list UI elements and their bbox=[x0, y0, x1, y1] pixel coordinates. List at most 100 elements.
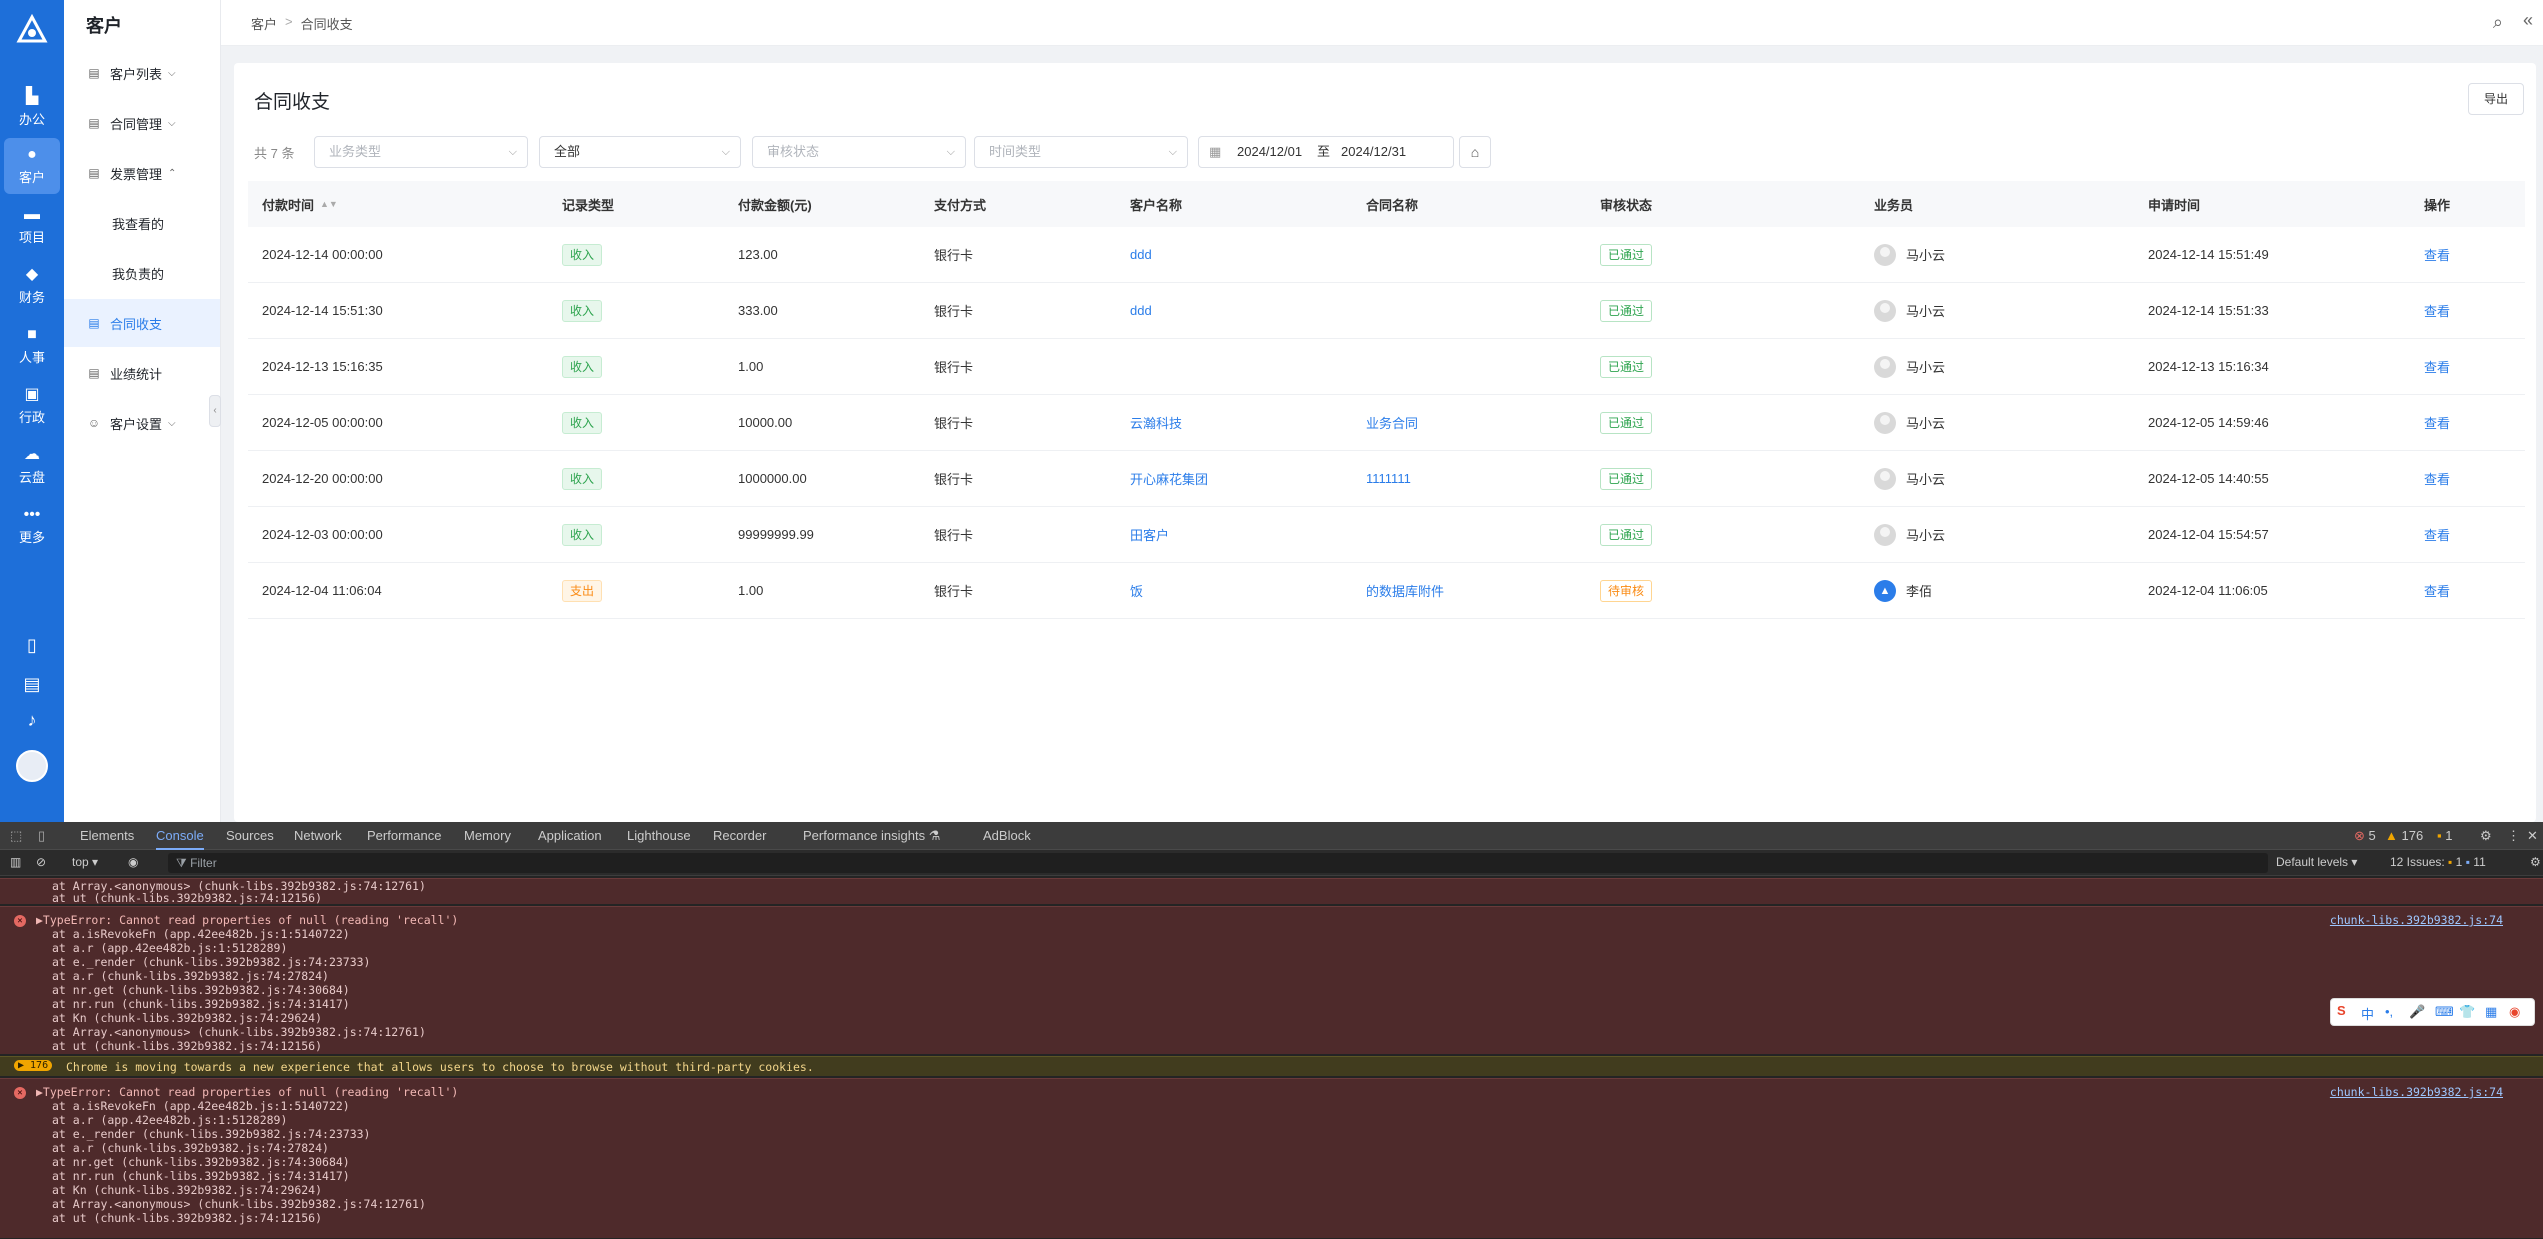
rail-item-cloud[interactable]: ☁ 云盘 bbox=[0, 438, 64, 494]
record-type-select[interactable]: 全部 ⌵ bbox=[539, 136, 741, 168]
menu-label: 合同收支 bbox=[110, 316, 163, 332]
contract-link[interactable]: 1111111 bbox=[1366, 471, 1411, 486]
view-link[interactable]: 查看 bbox=[2424, 581, 2450, 600]
view-link[interactable]: 查看 bbox=[2424, 525, 2450, 544]
inspect-icon[interactable]: ⬚ bbox=[10, 822, 22, 850]
close-icon[interactable]: ✕ bbox=[2527, 822, 2538, 850]
date-range-picker[interactable]: ▦ 2024/12/01 至 2024/12/31 bbox=[1198, 136, 1454, 168]
date-end[interactable]: 2024/12/31 bbox=[1341, 137, 1406, 167]
error-source-link[interactable]: chunk-libs.392b9382.js:74 bbox=[2330, 913, 2503, 927]
menu-customer-list[interactable]: ▤ 客户列表 ⌵ bbox=[64, 49, 220, 97]
log-levels-select[interactable]: Default levels ▾ bbox=[2276, 855, 2357, 869]
device-toggle-icon[interactable]: ▯ bbox=[38, 822, 45, 850]
avatar bbox=[1874, 523, 1896, 546]
rail-item-customer[interactable]: ● 客户 bbox=[4, 138, 60, 194]
tab-memory[interactable]: Memory bbox=[464, 822, 511, 850]
status-cell: 已通过 bbox=[1600, 339, 1653, 394]
context-select[interactable]: top ▾ bbox=[72, 855, 98, 869]
tab-performance-insights[interactable]: Performance insights ⚗ bbox=[803, 822, 940, 850]
rail-item-more[interactable]: ••• 更多 bbox=[0, 498, 64, 554]
tab-elements[interactable]: Elements bbox=[80, 822, 134, 850]
view-link[interactable]: 查看 bbox=[2424, 469, 2450, 488]
skin-icon[interactable]: 👕 bbox=[2459, 1004, 2475, 1020]
error-source-link[interactable]: chunk-libs.392b9382.js:74 bbox=[2330, 1085, 2503, 1099]
business-type-select[interactable]: 业务类型 ⌵ bbox=[314, 136, 528, 168]
module-sidebar: 客户 ▤ 客户列表 ⌵ ▤ 合同管理 ⌵ ▤ 发票管理 ⌃ 我查看的 我负责的 ▤ 合同收支 … bbox=[64, 0, 221, 822]
avatar-icon[interactable]: ◉ bbox=[2509, 1004, 2520, 1020]
tab-console[interactable]: Console bbox=[156, 822, 204, 850]
settings-icon[interactable]: ⚙ bbox=[2480, 822, 2492, 850]
rail-item-admin[interactable]: ▣ 行政 bbox=[0, 378, 64, 434]
customer-link[interactable]: ddd bbox=[1130, 303, 1152, 318]
console-error-message[interactable]: ✕ ▶TypeError: Cannot read properties of … bbox=[0, 906, 2543, 1054]
console-warning-message[interactable]: ▶ 176 Chrome is moving towards a new exp… bbox=[0, 1056, 2543, 1076]
customer-link[interactable]: ddd bbox=[1130, 247, 1152, 262]
book-icon[interactable]: ▤ bbox=[20, 672, 44, 696]
error-title[interactable]: ▶TypeError: Cannot read properties of nu… bbox=[36, 913, 458, 927]
user-avatar[interactable] bbox=[16, 750, 48, 782]
toolbox-icon[interactable]: ▦ bbox=[2485, 1004, 2497, 1020]
sogou-logo-icon[interactable]: S bbox=[2337, 1003, 2346, 1018]
issues-counter[interactable]: 12 Issues: ▪ 1 ▪ 11 bbox=[2390, 855, 2486, 869]
keyboard-icon[interactable]: ⌨ bbox=[2435, 1004, 2454, 1020]
ime-punct-mode[interactable]: •, bbox=[2385, 1004, 2393, 1019]
ime-toolbar[interactable]: S 中 •, 🎤 ⌨ 👕 ▦ ◉ bbox=[2330, 998, 2535, 1026]
eye-icon[interactable]: ◉ bbox=[128, 855, 138, 869]
error-title[interactable]: ▶TypeError: Cannot read properties of nu… bbox=[36, 1085, 458, 1099]
clear-console-icon[interactable]: ⊘ bbox=[36, 855, 46, 869]
ime-chinese-mode[interactable]: 中 bbox=[2361, 1004, 2374, 1023]
rail-item-office[interactable]: ▙ 办公 bbox=[0, 80, 64, 136]
bell-icon[interactable]: ♪ bbox=[20, 708, 44, 732]
tab-application[interactable]: Application bbox=[538, 822, 602, 850]
menu-invoice-manage[interactable]: ▤ 发票管理 ⌃ bbox=[64, 149, 220, 197]
contract-link[interactable]: 的数据库附件 bbox=[1366, 581, 1444, 600]
menu-performance-stats[interactable]: ▤ 业绩统计 bbox=[64, 349, 220, 397]
info-count-badge[interactable]: ▪ 1 bbox=[2437, 822, 2452, 850]
kebab-menu-icon[interactable]: ⋮ bbox=[2507, 822, 2520, 850]
menu-customer-settings[interactable]: ☺ 客户设置 ⌵ bbox=[64, 399, 220, 447]
tab-adblock[interactable]: AdBlock bbox=[983, 822, 1031, 850]
menu-i-responsible[interactable]: 我负责的 bbox=[64, 249, 220, 297]
clear-filter-button[interactable]: ⌂ bbox=[1459, 136, 1491, 168]
view-link[interactable]: 查看 bbox=[2424, 245, 2450, 264]
warning-count-badge[interactable]: ▲ 176 bbox=[2385, 822, 2423, 850]
customer-link[interactable]: 开心麻花集团 bbox=[1130, 469, 1208, 488]
settings-icon[interactable]: ⚙ bbox=[2530, 855, 2541, 869]
breadcrumb-root[interactable]: 客户 bbox=[251, 14, 277, 33]
tab-recorder[interactable]: Recorder bbox=[713, 822, 766, 850]
date-start[interactable]: 2024/12/01 bbox=[1237, 137, 1302, 167]
menu-contract-manage[interactable]: ▤ 合同管理 ⌵ bbox=[64, 99, 220, 147]
sidebar-toggle-icon[interactable]: ▥ bbox=[10, 855, 21, 869]
export-button[interactable]: 导出 bbox=[2468, 83, 2524, 115]
tab-network[interactable]: Network bbox=[294, 822, 342, 850]
view-link[interactable]: 查看 bbox=[2424, 301, 2450, 320]
rail-item-hr[interactable]: ■ 人事 bbox=[0, 318, 64, 374]
customer-link[interactable]: 田客户 bbox=[1130, 525, 1169, 544]
tab-sources[interactable]: Sources bbox=[226, 822, 274, 850]
tab-lighthouse[interactable]: Lighthouse bbox=[627, 822, 691, 850]
view-link[interactable]: 查看 bbox=[2424, 413, 2450, 432]
time-type-select[interactable]: 时间类型 ⌵ bbox=[974, 136, 1188, 168]
contract-link[interactable]: 业务合同 bbox=[1366, 413, 1418, 432]
phone-icon[interactable]: ▯ bbox=[20, 633, 44, 657]
microphone-icon[interactable]: 🎤 bbox=[2409, 1004, 2425, 1020]
rail-item-project[interactable]: ▬ 项目 bbox=[0, 198, 64, 254]
rail-item-finance[interactable]: ◆ 财务 bbox=[0, 258, 64, 314]
view-link[interactable]: 查看 bbox=[2424, 357, 2450, 376]
column-header[interactable]: 付款时间 ▲▼ bbox=[262, 181, 338, 227]
tab-performance[interactable]: Performance bbox=[367, 822, 441, 850]
customer-link[interactable]: 云瀚科技 bbox=[1130, 413, 1182, 432]
console-error-message[interactable]: ✕ ▶TypeError: Cannot read properties of … bbox=[0, 1078, 2543, 1238]
app-logo[interactable] bbox=[16, 13, 48, 46]
error-count-badge[interactable]: ⊗ 5 bbox=[2354, 822, 2376, 850]
sidebar-collapse-handle[interactable]: ‹ bbox=[209, 395, 221, 427]
menu-i-viewed[interactable]: 我查看的 bbox=[64, 199, 220, 247]
audit-status-select[interactable]: 审核状态 ⌵ bbox=[752, 136, 966, 168]
collapse-icon[interactable]: « bbox=[2523, 10, 2533, 31]
search-icon[interactable]: ⌕ bbox=[2493, 12, 2503, 33]
sort-icon[interactable]: ▲▼ bbox=[320, 199, 338, 209]
customer-link[interactable]: 饭 bbox=[1130, 581, 1143, 600]
console-filter-input[interactable]: ⧩ Filter bbox=[168, 853, 2268, 873]
status-cell: 已通过 bbox=[1600, 451, 1653, 506]
menu-contract-payments[interactable]: ▤ 合同收支 bbox=[64, 299, 220, 347]
